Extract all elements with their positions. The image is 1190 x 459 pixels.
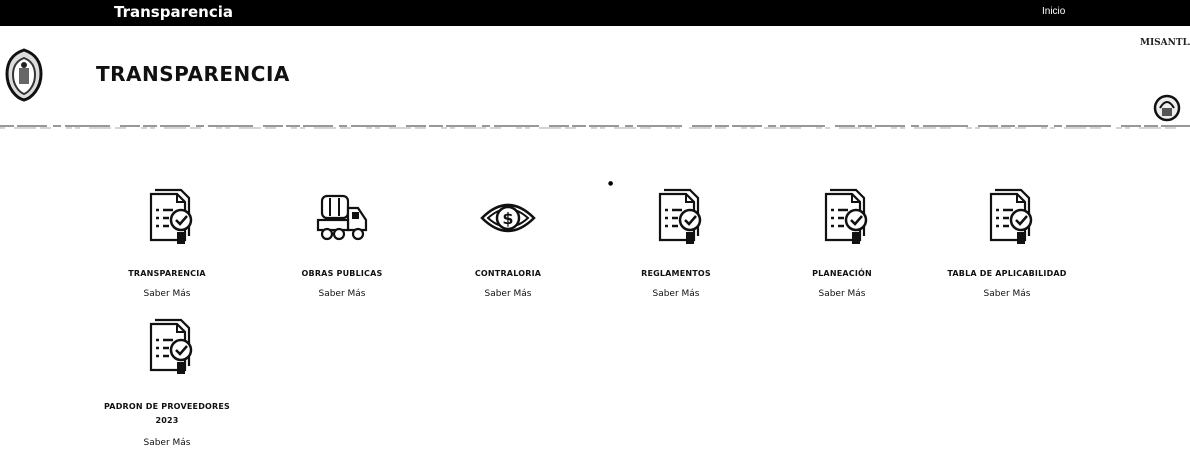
card-label: CONTRALORIA (474, 269, 542, 278)
card-label: PLANEACIÓN (812, 269, 872, 278)
saber-mas-link[interactable]: Saber Más (652, 289, 699, 299)
card-label: PADRON DE PROVEEDORES 2023 (82, 400, 252, 428)
eye-dollar-icon[interactable] (478, 188, 538, 248)
document-check-icon[interactable] (812, 188, 872, 248)
document-check-icon[interactable] (977, 188, 1037, 248)
document-check-icon[interactable] (137, 188, 197, 248)
saber-mas-link[interactable]: Saber Más (484, 289, 531, 299)
saber-mas-link[interactable]: Saber Más (318, 289, 365, 299)
card-label: OBRAS PUBLICAS (301, 269, 383, 278)
card-planeacion: PLANEACIÓN Saber Más (757, 188, 927, 300)
saber-mas-link[interactable]: Saber Más (143, 289, 190, 299)
truck-icon[interactable] (312, 188, 372, 248)
card-label: TRANSPARENCIA (128, 269, 206, 278)
document-check-icon[interactable] (646, 188, 706, 248)
card-padron-proveedores: PADRON DE PROVEEDORES 2023 Saber Más (82, 318, 252, 449)
card-label-line2: 2023 (155, 416, 179, 425)
card-contraloria: CONTRALORIA Saber Más (423, 188, 593, 300)
transparency-grid: TRANSPARENCIA Saber Más OBRAS PUBLICAS S… (0, 0, 1190, 459)
saber-mas-link[interactable]: Saber Más (983, 289, 1030, 299)
document-check-icon[interactable] (137, 318, 197, 378)
saber-mas-link[interactable]: Saber Más (143, 438, 190, 448)
card-label: REGLAMENTOS (641, 269, 711, 278)
card-obras-publicas: OBRAS PUBLICAS Saber Más (257, 188, 427, 300)
saber-mas-link[interactable]: Saber Más (818, 289, 865, 299)
card-label: TABLA DE APLICABILIDAD (947, 269, 1067, 278)
card-transparencia: TRANSPARENCIA Saber Más (82, 188, 252, 300)
card-reglamentos: REGLAMENTOS Saber Más (591, 188, 761, 300)
card-label-line1: PADRON DE PROVEEDORES (103, 402, 231, 411)
card-tabla-aplicabilidad: TABLA DE APLICABILIDAD Saber Más (922, 188, 1092, 300)
